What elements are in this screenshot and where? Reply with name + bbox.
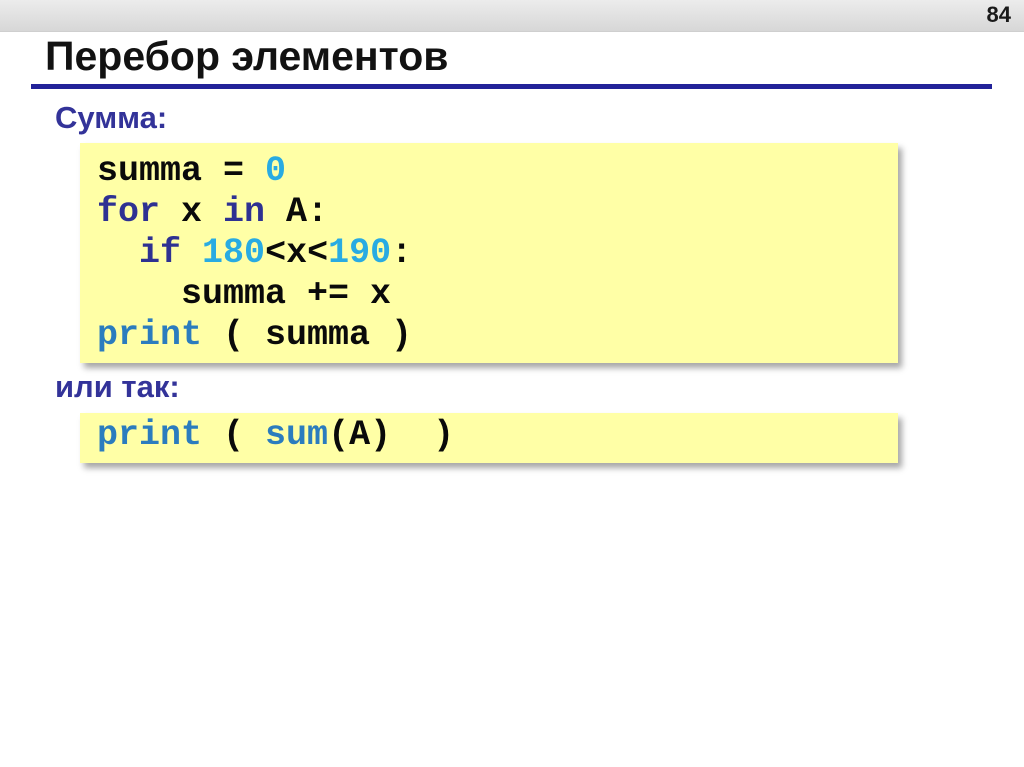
section-label-summa: Сумма:	[55, 100, 168, 135]
title-underline	[31, 84, 992, 89]
page-number: 84	[986, 2, 1011, 27]
slide-top-bar: 84	[0, 0, 1024, 32]
section-label-or-so: или так:	[55, 369, 180, 404]
slide: 84 Перебор элементов Сумма: summa = 0 fo…	[0, 0, 1024, 767]
code-block-sum-loop: summa = 0 for x in A: if 180<x<190: summ…	[80, 143, 898, 363]
code-block-sum-builtin: print ( sum(A) )	[80, 413, 898, 463]
slide-title: Перебор элементов	[45, 33, 449, 79]
